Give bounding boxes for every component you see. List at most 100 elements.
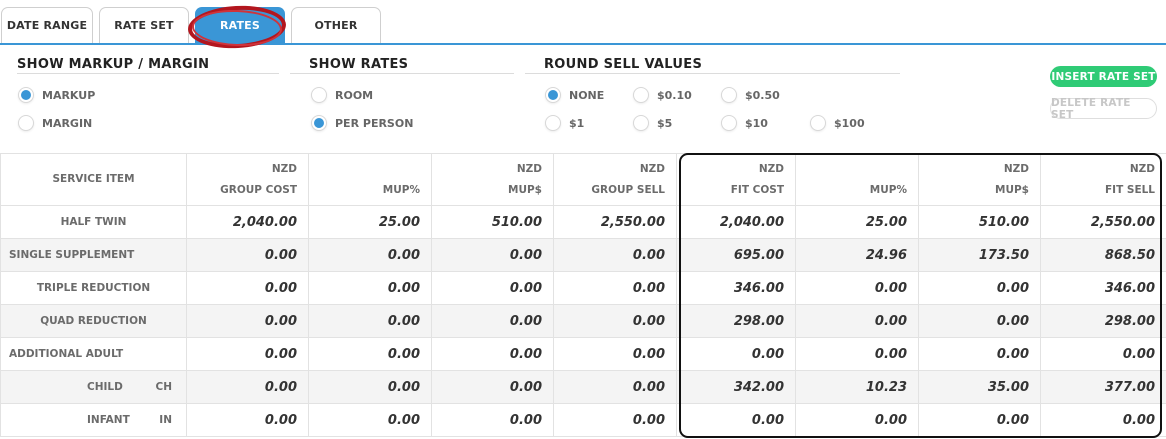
rate-value-cell[interactable]: 0.00	[918, 304, 1041, 338]
rate-value-cell[interactable]: 0.00	[431, 337, 554, 371]
header-fit-mup-pct: MUP%	[795, 153, 919, 206]
rate-value-cell[interactable]: 0.00	[795, 337, 919, 371]
radio-room[interactable]: ROOM	[311, 87, 373, 103]
rate-value-cell[interactable]: 0.00	[676, 403, 796, 437]
rate-value-cell[interactable]: 173.50	[918, 238, 1041, 272]
rate-value-cell[interactable]: 35.00	[918, 370, 1041, 404]
show-rates-title: SHOW RATES	[309, 57, 409, 72]
rate-value-cell[interactable]: 0.00	[186, 304, 309, 338]
rate-value-cell[interactable]: 346.00	[676, 271, 796, 305]
delete-rate-set-button[interactable]: DELETE RATE SET	[1050, 97, 1157, 121]
rate-value-cell[interactable]: 0.00	[795, 304, 919, 338]
radio-margin[interactable]: MARGIN	[18, 115, 92, 131]
radio-100[interactable]: $100	[810, 115, 865, 131]
radio-10[interactable]: $10	[721, 115, 768, 131]
service-item-cell: INFANT IN	[0, 403, 187, 437]
rate-value-cell[interactable]: 0.00	[918, 337, 1041, 371]
radio-markup[interactable]: MARKUP	[18, 87, 95, 103]
radio-dot[interactable]	[18, 87, 34, 103]
radio-dot[interactable]	[545, 115, 561, 131]
radio-dot[interactable]	[311, 87, 327, 103]
radio-dot[interactable]	[545, 87, 561, 103]
service-item-cell: CHILD CH	[0, 370, 187, 404]
radio-dot[interactable]	[721, 115, 737, 131]
tab-rates[interactable]: RATES	[195, 7, 285, 43]
rate-value-cell[interactable]: 0.00	[553, 304, 677, 338]
rate-value-cell[interactable]: 0.00	[308, 304, 432, 338]
rate-value-cell[interactable]: 0.00	[1040, 337, 1166, 371]
rate-value-cell[interactable]: 342.00	[676, 370, 796, 404]
rate-value-cell[interactable]: 2,040.00	[676, 205, 796, 239]
rate-value-cell[interactable]: 2,550.00	[553, 205, 677, 239]
service-item-cell: ADDITIONAL ADULT	[0, 337, 187, 371]
rate-value-cell[interactable]: 868.50	[1040, 238, 1166, 272]
radio-dot[interactable]	[721, 87, 737, 103]
service-item-cell: HALF TWIN	[0, 205, 187, 239]
rate-value-cell[interactable]: 0.00	[308, 403, 432, 437]
rate-value-cell[interactable]: 25.00	[795, 205, 919, 239]
rate-value-cell[interactable]: 2,550.00	[1040, 205, 1166, 239]
rate-value-cell[interactable]: 0.00	[553, 238, 677, 272]
rate-value-cell[interactable]: 346.00	[1040, 271, 1166, 305]
rate-value-cell[interactable]: 0.00	[676, 337, 796, 371]
rate-value-cell[interactable]: 0.00	[186, 370, 309, 404]
rate-value-cell[interactable]: 10.23	[795, 370, 919, 404]
tab-bar: DATE RANGE RATE SET RATES OTHER	[0, 0, 1166, 51]
rate-value-cell[interactable]: 24.96	[795, 238, 919, 272]
radio-0-50[interactable]: $0.50	[721, 87, 780, 103]
rate-value-cell[interactable]: 0.00	[186, 337, 309, 371]
rate-value-cell[interactable]: 0.00	[308, 337, 432, 371]
rate-value-cell[interactable]: 0.00	[795, 403, 919, 437]
rate-value-cell[interactable]: 377.00	[1040, 370, 1166, 404]
rate-value-cell[interactable]: 0.00	[431, 304, 554, 338]
header-group-sell: NZD GROUP SELL	[553, 153, 677, 206]
rate-value-cell[interactable]: 0.00	[186, 238, 309, 272]
insert-rate-set-button[interactable]: INSERT RATE SET	[1050, 66, 1157, 87]
header-fit-cost: NZD FIT COST	[676, 153, 796, 206]
rate-value-cell[interactable]: 0.00	[431, 238, 554, 272]
rate-value-cell[interactable]: 0.00	[553, 271, 677, 305]
header-service-item: SERVICE ITEM	[0, 153, 187, 206]
radio-dot[interactable]	[633, 115, 649, 131]
radio-label-markup: MARKUP	[42, 88, 96, 102]
rate-value-cell[interactable]: 0.00	[553, 403, 677, 437]
rate-value-cell[interactable]: 0.00	[431, 271, 554, 305]
tab-rate-set[interactable]: RATE SET	[99, 7, 189, 43]
rate-value-cell[interactable]: 0.00	[918, 403, 1041, 437]
rate-value-cell[interactable]: 25.00	[308, 205, 432, 239]
rate-value-cell[interactable]: 510.00	[431, 205, 554, 239]
rate-value-cell[interactable]: 0.00	[553, 370, 677, 404]
rate-value-cell[interactable]: 0.00	[186, 403, 309, 437]
rate-value-cell[interactable]: 298.00	[676, 304, 796, 338]
radio-dot[interactable]	[311, 115, 327, 131]
rate-value-cell[interactable]: 0.00	[431, 403, 554, 437]
round-sell-rule	[525, 73, 900, 74]
radio-dot[interactable]	[633, 87, 649, 103]
rate-value-cell[interactable]: 0.00	[308, 271, 432, 305]
radio-label-1: $1	[569, 116, 585, 130]
rate-value-cell[interactable]: 0.00	[308, 370, 432, 404]
radio-dot[interactable]	[810, 115, 826, 131]
rate-value-cell[interactable]: 695.00	[676, 238, 796, 272]
rate-value-cell[interactable]: 0.00	[918, 271, 1041, 305]
tab-other[interactable]: OTHER	[291, 7, 381, 43]
rate-value-cell[interactable]: 2,040.00	[186, 205, 309, 239]
tab-date-range[interactable]: DATE RANGE	[1, 7, 93, 43]
radio-none[interactable]: NONE	[545, 87, 604, 103]
rate-value-cell[interactable]: 0.00	[553, 337, 677, 371]
radio-dot[interactable]	[18, 115, 34, 131]
markup-margin-title: SHOW MARKUP / MARGIN	[17, 57, 210, 72]
rate-value-cell[interactable]: 0.00	[308, 238, 432, 272]
radio-label-0-10: $0.10	[657, 88, 692, 102]
radio-5[interactable]: $5	[633, 115, 672, 131]
rate-value-cell[interactable]: 0.00	[431, 370, 554, 404]
radio-0-10[interactable]: $0.10	[633, 87, 692, 103]
rate-value-cell[interactable]: 0.00	[186, 271, 309, 305]
service-item-name: HALF TWIN	[60, 216, 127, 228]
radio-per-person[interactable]: PER PERSON	[311, 115, 413, 131]
radio-1[interactable]: $1	[545, 115, 584, 131]
rate-value-cell[interactable]: 510.00	[918, 205, 1041, 239]
rate-value-cell[interactable]: 298.00	[1040, 304, 1166, 338]
rate-value-cell[interactable]: 0.00	[795, 271, 919, 305]
rate-value-cell[interactable]: 0.00	[1040, 403, 1166, 437]
